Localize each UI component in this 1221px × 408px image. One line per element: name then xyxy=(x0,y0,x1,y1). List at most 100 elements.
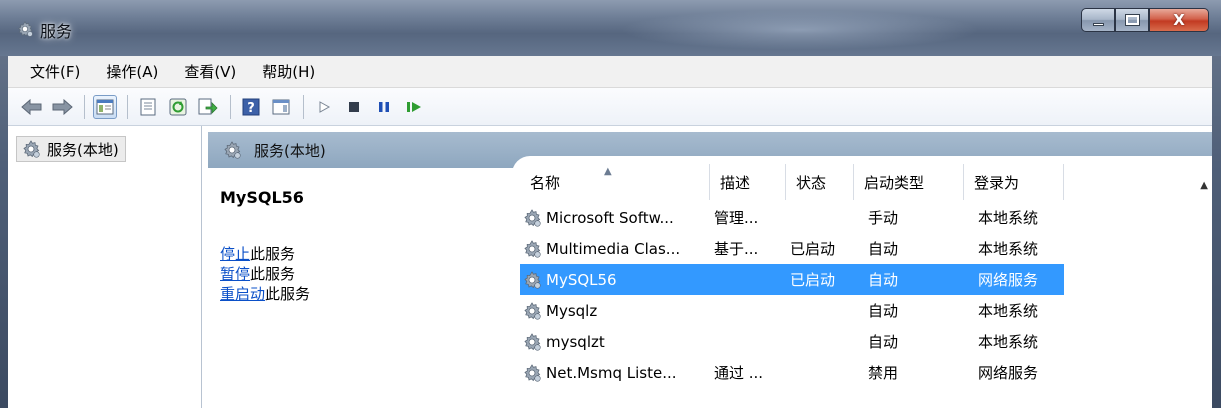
cell-status: 已启动 xyxy=(790,233,835,264)
stop-service-action: 停止此服务 xyxy=(220,244,310,264)
services-gear-icon xyxy=(21,139,41,159)
cell-text: 已启动 xyxy=(790,240,836,258)
cell-text: 本地系统 xyxy=(978,209,1039,227)
column-header-description[interactable]: 描述 xyxy=(710,164,786,200)
cell-startup: 自动 xyxy=(868,264,898,295)
stop-service-suffix: 此服务 xyxy=(250,245,296,263)
restart-service-suffix: 此服务 xyxy=(265,285,311,303)
table-row[interactable]: Net.Msmq Liste... 通过 ... 禁用 网络服务 xyxy=(520,357,1064,388)
cell-text: 本地系统 xyxy=(978,302,1039,320)
cell-name: Mysqlz xyxy=(522,295,597,326)
cell-text: 已启动 xyxy=(790,271,836,289)
show-hide-console-tree-icon[interactable] xyxy=(93,94,117,119)
maximize-icon xyxy=(1124,14,1140,26)
maximize-button[interactable] xyxy=(1115,8,1149,32)
cell-text: mysqlzt xyxy=(546,332,605,351)
sort-ascending-icon: ▲ xyxy=(604,166,612,177)
cell-startup: 禁用 xyxy=(868,357,898,388)
cell-logon: 网络服务 xyxy=(978,264,1038,295)
resume-service-icon[interactable] xyxy=(402,95,426,119)
services-gear-icon xyxy=(16,20,34,38)
cell-name: Multimedia Clas... xyxy=(522,233,680,264)
menu-bar: 文件(F) 操作(A) 查看(V) 帮助(H) xyxy=(8,56,1212,88)
table-row[interactable]: Microsoft Softw... 管理... 手动 本地系统 xyxy=(520,202,1064,233)
pause-service-action: 暂停此服务 xyxy=(220,264,310,284)
cell-logon: 本地系统 xyxy=(978,326,1038,357)
cell-text: 本地系统 xyxy=(978,240,1039,258)
cell-desc: 通过 ... xyxy=(714,357,763,388)
service-gear-icon xyxy=(522,270,542,290)
services-pane: 服务(本地) MySQL56 停止此服务 暂停此服务 重启动此服务 名称 ▲ 描述… xyxy=(208,132,1212,408)
table-row[interactable]: Multimedia Clas... 基于... 已启动 自动 本地系统 xyxy=(520,233,1064,264)
list-header: 名称 ▲ 描述 状态 启动类型 登录为 ▲ xyxy=(512,164,1212,200)
stop-service-icon[interactable] xyxy=(342,95,366,119)
cell-startup: 自动 xyxy=(868,295,898,326)
pause-service-icon[interactable] xyxy=(372,95,396,119)
table-row[interactable]: mysqlzt 自动 本地系统 xyxy=(520,326,1064,357)
cell-text: 基于... xyxy=(714,240,759,258)
refresh-icon[interactable] xyxy=(166,95,190,119)
service-gear-icon xyxy=(522,208,542,228)
cell-text: MySQL56 xyxy=(546,270,617,289)
service-actions: 停止此服务 暂停此服务 重启动此服务 xyxy=(220,244,310,304)
export-list-icon[interactable] xyxy=(196,95,220,119)
pause-service-suffix: 此服务 xyxy=(250,265,296,283)
main-area: 服务(本地) 服务(本地) MySQL56 停止此服务 暂停此服务 重启动此服务… xyxy=(8,126,1212,408)
back-arrow-icon[interactable] xyxy=(20,95,44,119)
action-pane-icon[interactable] xyxy=(269,95,293,119)
tree-item-services-local[interactable]: 服务(本地) xyxy=(16,136,126,162)
cell-desc: 管理... xyxy=(714,202,758,233)
cell-status: 已启动 xyxy=(790,264,835,295)
menu-action[interactable]: 操作(A) xyxy=(106,61,158,82)
services-list: 名称 ▲ 描述 状态 启动类型 登录为 ▲ Microsoft Softw... 管… xyxy=(512,156,1212,408)
column-header-name[interactable]: 名称 ▲ xyxy=(520,164,710,200)
restart-service-link[interactable]: 重启动 xyxy=(220,285,265,303)
menu-help[interactable]: 帮助(H) xyxy=(262,61,315,82)
cell-text: 自动 xyxy=(868,302,899,320)
service-detail-panel: MySQL56 停止此服务 暂停此服务 重启动此服务 xyxy=(208,168,518,408)
column-header-logon-as[interactable]: 登录为 xyxy=(964,164,1064,200)
cell-logon: 本地系统 xyxy=(978,233,1038,264)
cell-desc: 基于... xyxy=(714,233,758,264)
cell-text: 网络服务 xyxy=(978,271,1039,289)
close-button[interactable]: X xyxy=(1149,8,1209,32)
start-service-icon[interactable] xyxy=(312,95,336,119)
cell-text: Microsoft Softw... xyxy=(546,208,674,227)
cell-startup: 手动 xyxy=(868,202,898,233)
scroll-up-arrow-icon[interactable]: ▲ xyxy=(1200,180,1208,191)
cell-name: Microsoft Softw... xyxy=(522,202,674,233)
menu-view[interactable]: 查看(V) xyxy=(184,61,236,82)
toolbar: ? xyxy=(8,88,1212,126)
services-window: 服务 X 文件(F) 操作(A) 查看(V) 帮助(H) ? 服务(本地) 服务… xyxy=(0,0,1221,408)
services-gear-icon xyxy=(222,140,242,160)
cell-text: 自动 xyxy=(868,240,899,258)
cell-logon: 本地系统 xyxy=(978,202,1038,233)
title-bar[interactable]: 服务 X xyxy=(0,0,1221,56)
table-row[interactable]: Mysqlz 自动 本地系统 xyxy=(520,295,1064,326)
tree-item-label: 服务(本地) xyxy=(47,140,119,159)
pane-title: 服务(本地) xyxy=(254,141,326,160)
cell-text: 禁用 xyxy=(868,364,899,382)
forward-arrow-icon[interactable] xyxy=(50,95,74,119)
menu-file[interactable]: 文件(F) xyxy=(30,61,80,82)
column-header-status[interactable]: 状态 xyxy=(786,164,854,200)
cell-startup: 自动 xyxy=(868,326,898,357)
svg-text:?: ? xyxy=(247,101,255,116)
service-gear-icon xyxy=(522,332,542,352)
restart-service-action: 重启动此服务 xyxy=(220,284,310,304)
table-row[interactable]: MySQL56 已启动 自动 网络服务 xyxy=(520,264,1064,295)
cell-name: mysqlzt xyxy=(522,326,605,357)
cell-startup: 自动 xyxy=(868,233,898,264)
pause-service-link[interactable]: 暂停 xyxy=(220,265,250,283)
cell-name: MySQL56 xyxy=(522,264,617,295)
cell-logon: 本地系统 xyxy=(978,295,1038,326)
service-gear-icon xyxy=(522,239,542,259)
service-gear-icon xyxy=(522,363,542,383)
help-icon[interactable]: ? xyxy=(239,95,263,119)
column-header-startup-type[interactable]: 启动类型 xyxy=(854,164,964,200)
cell-logon: 网络服务 xyxy=(978,357,1038,388)
minimize-button[interactable] xyxy=(1081,8,1115,32)
properties-icon[interactable] xyxy=(136,95,160,119)
close-icon: X xyxy=(1173,11,1185,29)
stop-service-link[interactable]: 停止 xyxy=(220,245,250,263)
